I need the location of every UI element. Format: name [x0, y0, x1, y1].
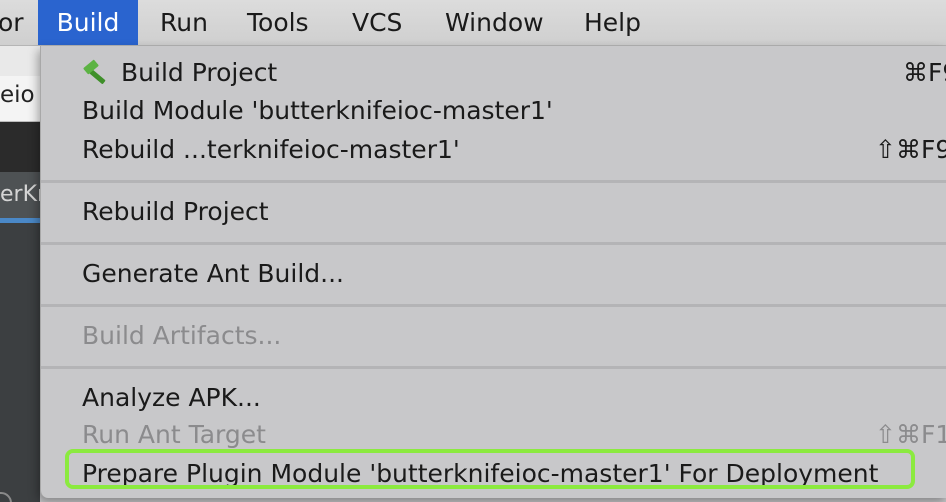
- menu-item-build-artifacts: Build Artifacts...: [82, 321, 282, 350]
- menu-separator: [41, 180, 946, 183]
- menu-item-generate-ant-build[interactable]: Generate Ant Build...: [82, 259, 344, 289]
- menu-tools[interactable]: Tools: [247, 0, 309, 45]
- menu-item-analyze-apk[interactable]: Analyze APK...: [82, 383, 261, 413]
- background-status-icon: [0, 492, 12, 502]
- menu-item-build-project[interactable]: Build Project: [121, 58, 277, 88]
- menu-item-run-ant-target: Run Ant Target: [82, 420, 266, 449]
- menu-build[interactable]: Build: [38, 0, 138, 45]
- menu-bar: or Build Run Tools VCS Window Help: [0, 0, 946, 46]
- background-editor-tab-indicator: [0, 218, 40, 223]
- background-tab-label: eio: [0, 82, 35, 108]
- menu-item-rebuild-module[interactable]: Rebuild ...terknifeioc-master1': [82, 135, 460, 165]
- background-window: eio erKn: [0, 46, 40, 502]
- build-menu-dropdown: Build Project ⌘F9 Build Module 'butterkn…: [40, 46, 946, 498]
- menu-editor[interactable]: or: [0, 0, 24, 45]
- shortcut-build-project: ⌘F9: [903, 58, 946, 87]
- menu-vcs[interactable]: VCS: [352, 0, 402, 45]
- shortcut-rebuild-module: ⇧⌘F9: [875, 135, 946, 164]
- background-editor-tab-label: erKn: [0, 182, 40, 207]
- menu-item-rebuild-project[interactable]: Rebuild Project: [82, 197, 269, 227]
- background-editor-tab[interactable]: erKn: [0, 172, 40, 218]
- menu-item-build-module[interactable]: Build Module 'butterknifeioc-master1': [82, 96, 553, 126]
- menu-separator: [41, 242, 946, 245]
- menu-separator: [41, 304, 946, 307]
- highlight-outline: [65, 449, 915, 489]
- hammer-icon: [83, 59, 106, 84]
- shortcut-run-ant-target: ⇧⌘F11: [875, 420, 946, 449]
- menu-run[interactable]: Run: [160, 0, 208, 45]
- menu-window[interactable]: Window: [445, 0, 544, 45]
- background-panel: [0, 122, 40, 172]
- menu-separator: [41, 366, 946, 369]
- background-toolbar: [0, 46, 40, 76]
- menu-help[interactable]: Help: [584, 0, 641, 45]
